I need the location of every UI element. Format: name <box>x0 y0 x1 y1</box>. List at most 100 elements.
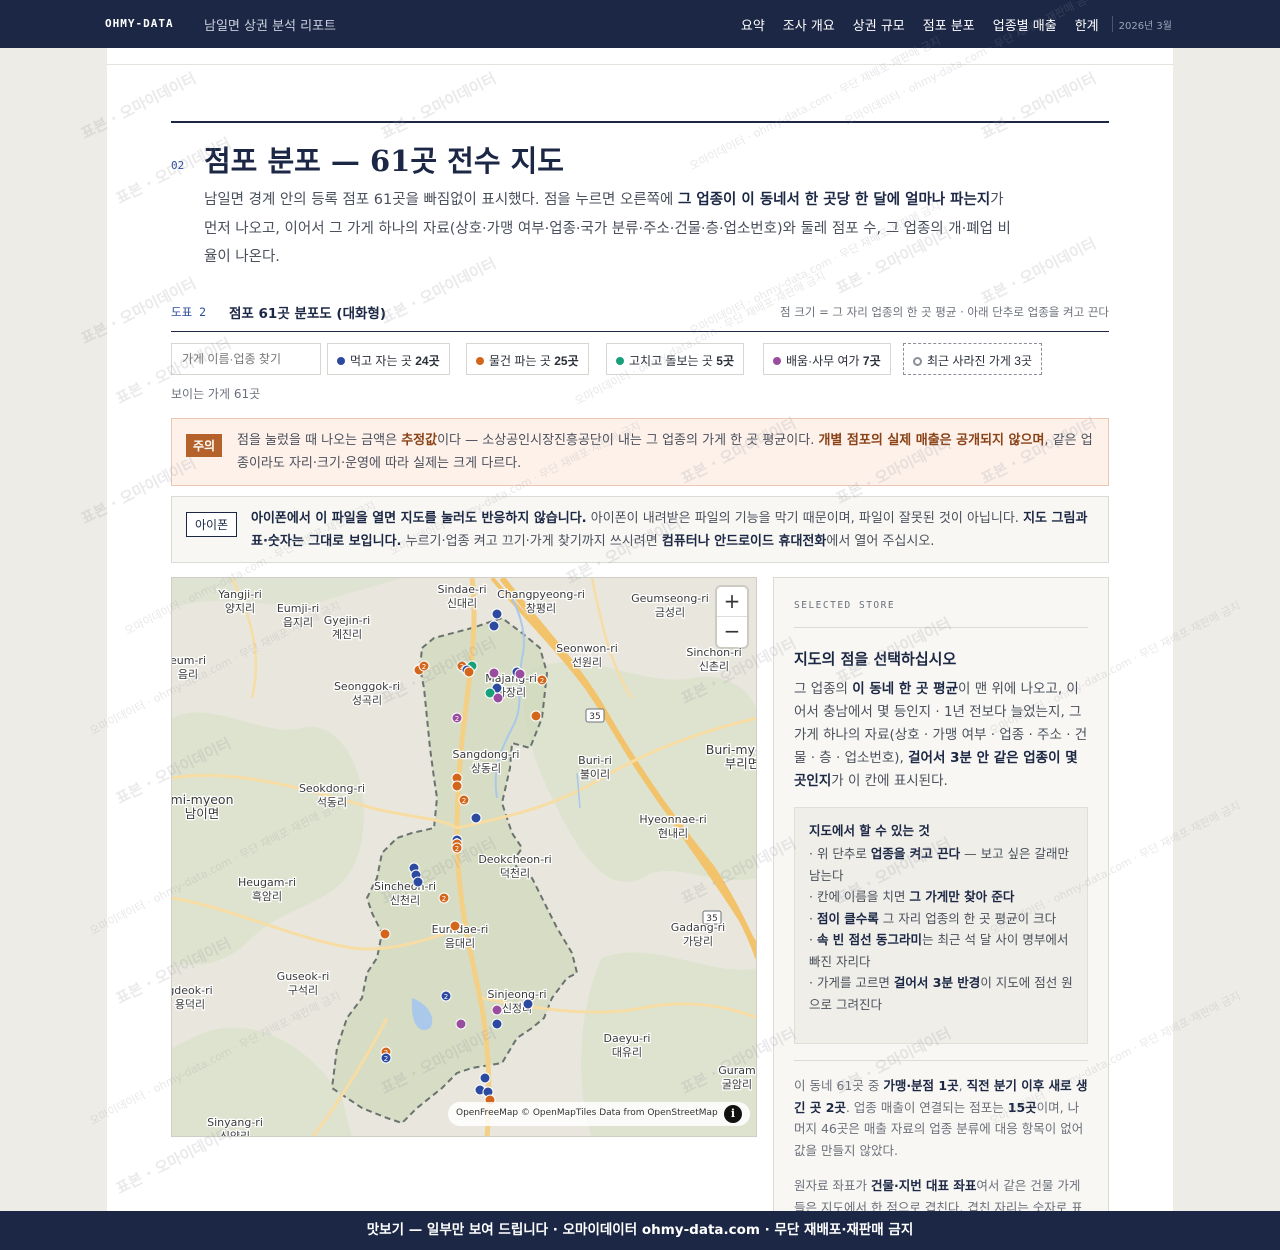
place-label-ko: 용덕리 <box>175 998 205 1011</box>
store-marker[interactable] <box>492 692 504 704</box>
iphone-notice-box: 아이폰 아이폰에서 이 파일을 열면 지도를 눌러도 반응하지 않습니다. 아이… <box>171 496 1109 563</box>
place-label-en: Seonwon-ri <box>556 642 618 655</box>
figure-rule <box>171 331 1109 332</box>
place-label-en: Buri-myeon <box>706 742 757 757</box>
place-label-ko: 음리 <box>178 668 198 681</box>
filter-chip-closed-stores[interactable]: 최근 사라진 가게 3곳 <box>903 343 1043 375</box>
iphone-notice-text: 아이폰에서 이 파일을 열면 지도를 눌러도 반응하지 않습니다. 아이폰이 내… <box>251 511 1088 549</box>
map-canvas[interactable]: 35 35 Yangji-ri양지리 Eumji-ri읍지리 Gyejin-ri계진… <box>172 578 757 1137</box>
nav-divider <box>1111 16 1113 32</box>
place-label-en: Seonggok-ri <box>334 680 400 693</box>
store-search-input[interactable] <box>171 343 321 375</box>
nav-link-store-distribution[interactable]: 점포 분포 <box>923 15 975 34</box>
panel-title: 지도의 점을 선택하십시오 <box>794 650 957 668</box>
place-label-en: Gadang-ri <box>671 921 726 934</box>
store-marker[interactable] <box>412 876 424 888</box>
store-marker[interactable] <box>491 1018 503 1030</box>
zoom-out-button[interactable]: − <box>717 617 747 647</box>
main-nav: 요약 조사 개요 상권 규모 점포 분포 업종별 매출 한계 2026년 3월 <box>741 0 1280 48</box>
place-label-ko: 음대리 <box>445 937 475 950</box>
store-marker[interactable] <box>522 998 534 1010</box>
selected-store-panel: SELECTED STORE 지도의 점을 선택하십시오 그 업종의 이 동네 … <box>773 577 1109 1250</box>
cluster-count-label: 2 <box>462 797 466 805</box>
report-date: 2026년 3월 <box>1118 20 1172 32</box>
store-marker[interactable] <box>451 780 463 792</box>
nav-link-market-size[interactable]: 상권 규모 <box>853 15 905 34</box>
info-icon[interactable]: i <box>724 1105 742 1123</box>
filter-chip-learning-office-leisure[interactable]: 배움·사무 여가 7곳 <box>763 343 891 375</box>
place-label-en: Heugam-ri <box>238 876 296 889</box>
figure-title: 점포 61곳 분포도 (대화형) <box>229 306 387 322</box>
place-label-en: Yangji-ri <box>217 588 262 601</box>
place-label-ko: 양지리 <box>225 602 255 615</box>
place-label-ko: 흑암리 <box>252 889 282 903</box>
place-label-en: gdeok-ri <box>172 984 213 997</box>
nav-link-overview[interactable]: 조사 개요 <box>783 15 835 34</box>
store-marker[interactable] <box>491 608 503 620</box>
store-marker[interactable] <box>455 1018 467 1030</box>
store-marker[interactable] <box>491 1004 503 1016</box>
place-label-ko: 상동리 <box>471 762 501 775</box>
cluster-count-label: 2 <box>384 1055 388 1063</box>
warning-tag: 주의 <box>186 434 223 457</box>
place-label-ko: 불이리 <box>580 768 610 781</box>
nav-link-summary[interactable]: 요약 <box>741 15 765 34</box>
panel-description: 그 업종의 이 동네 한 곳 평균이 맨 위에 나오고, 이어서 충남에서 몇 … <box>794 681 1088 789</box>
place-label-ko: 구석리 <box>288 984 318 997</box>
cluster-count-label: 2 <box>442 895 446 903</box>
place-label-ko: 석동리 <box>317 796 347 809</box>
figure-label: 도표 2 <box>171 305 207 319</box>
divider <box>794 627 1088 628</box>
place-label-en: Guram <box>718 1064 755 1077</box>
store-marker[interactable] <box>488 667 500 679</box>
zoom-in-button[interactable]: + <box>717 587 747 617</box>
figure-note: 점 크기 = 그 자리 업종의 한 곳 평균 · 아래 단추로 업종을 켜고 끈… <box>780 305 1109 319</box>
place-label-en: Deokcheon-ri <box>478 853 551 866</box>
divider <box>794 1060 1088 1061</box>
orange-dot-icon <box>476 357 484 365</box>
filter-chip-retail[interactable]: 물건 파는 곳 25곳 <box>466 343 589 375</box>
store-marker[interactable] <box>470 812 482 824</box>
place-label-ko: 가당리 <box>683 935 713 948</box>
store-marker[interactable] <box>514 668 526 680</box>
divider <box>107 64 1173 65</box>
filter-chip-repair-care[interactable]: 고치고 돌보는 곳 5곳 <box>606 343 745 375</box>
preview-footer-banner: 맛보기 — 일부만 보여 드립니다 · 오마이데이터 ohmy-data.com… <box>0 1211 1280 1250</box>
place-label-ko: 금성리 <box>655 606 685 619</box>
report-page: 02 점포 분포 — 61곳 전수 지도 남일면 경계 안의 등록 점포 61곳… <box>107 48 1173 1250</box>
place-label-ko: 신촌리 <box>699 660 729 673</box>
nav-link-sales-by-industry[interactable]: 업종별 매출 <box>993 15 1057 34</box>
section-title: 점포 분포 — 61곳 전수 지도 <box>204 144 564 178</box>
brand-logo[interactable]: OHMY-DATA <box>105 17 174 30</box>
store-marker[interactable] <box>379 928 391 940</box>
nav-link-limits[interactable]: 한계 <box>1075 15 1099 34</box>
place-label-en: Sindae-ri <box>437 583 486 596</box>
store-marker[interactable] <box>530 710 542 722</box>
place-label-en: Sinyang-ri <box>207 1116 263 1129</box>
place-label-ko: 신양리 <box>220 1130 250 1137</box>
map-attribution[interactable]: OpenFreeMap © OpenMapTiles Data from Ope… <box>448 1102 750 1126</box>
place-label-en: Sinchon-ri <box>686 646 741 659</box>
place-label-ko: 대유리 <box>612 1046 642 1059</box>
store-map[interactable]: 35 35 Yangji-ri 양지리 Eumji-ri 읍지리 Gyejin-ri 계진… <box>171 577 757 1137</box>
howto-title: 지도에서 할 수 있는 것 <box>809 823 930 838</box>
top-navbar: OHMY-DATA 남일면 상권 분석 리포트 요약 조사 개요 상권 규모 점… <box>0 0 1280 48</box>
place-label-ko: 굴암리 <box>722 1078 752 1091</box>
section-rule <box>171 121 1109 123</box>
place-label-en: Buri-ri <box>578 754 612 767</box>
howto-item: · 가게를 고르면 걸어서 3분 반경이 지도에 점선 원으로 그려진다 <box>809 975 1073 1012</box>
place-label-en: Daeyu-ri <box>603 1032 650 1045</box>
place-label-en: Sinjeong-ri <box>487 988 546 1001</box>
store-marker[interactable] <box>463 666 475 678</box>
blue-dot-icon <box>337 357 345 365</box>
store-marker[interactable] <box>488 620 500 632</box>
filter-chip-food-lodging[interactable]: 먹고 자는 곳 24곳 <box>327 343 450 375</box>
place-label-en: eum-ri <box>172 654 206 667</box>
cluster-count-label: 2 <box>455 715 459 723</box>
store-marker[interactable] <box>479 1072 491 1084</box>
cluster-count-label: 2 <box>540 677 544 685</box>
place-label-ko: 성곡리 <box>352 694 382 707</box>
place-label-en: Guseok-ri <box>277 970 330 983</box>
store-marker[interactable] <box>449 920 461 932</box>
place-label-en: Eumji-ri <box>277 602 319 615</box>
